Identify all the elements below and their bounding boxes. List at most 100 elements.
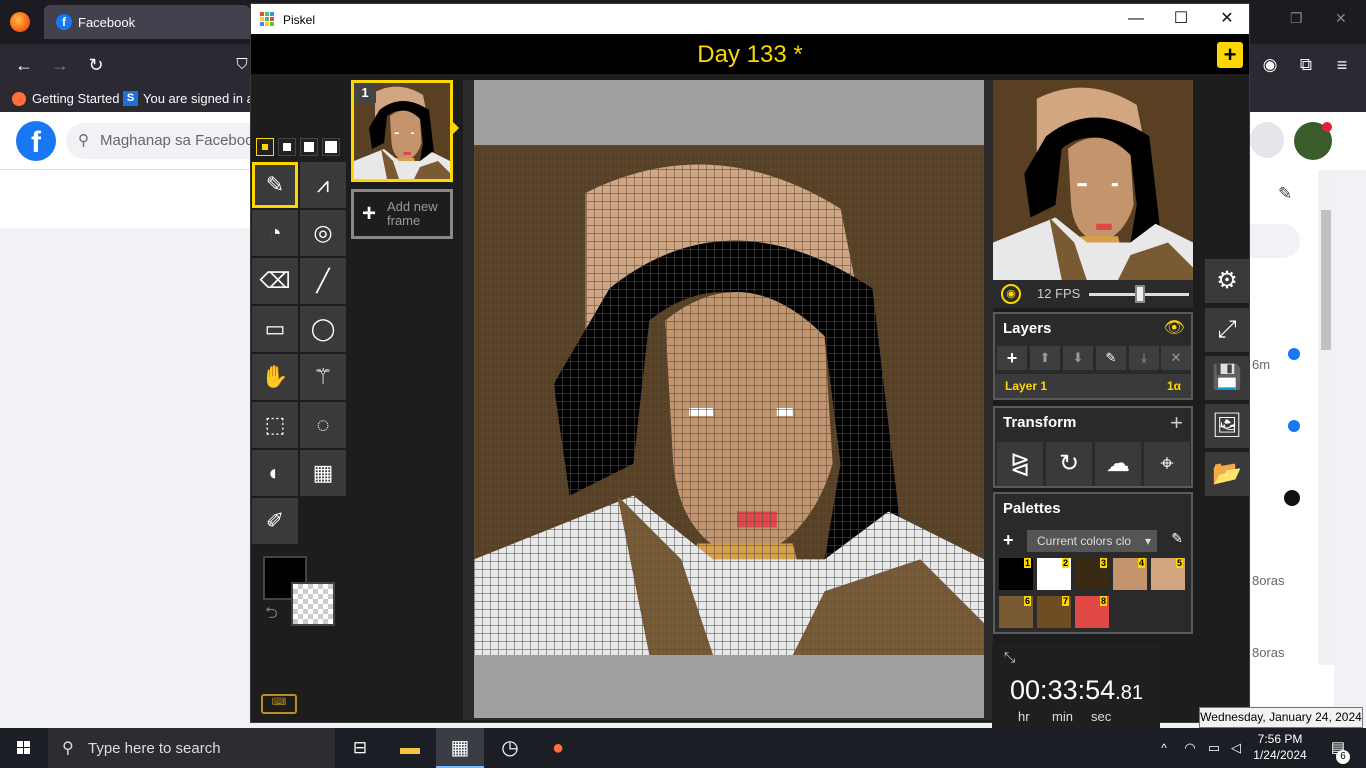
magic-wand-icon[interactable]: ⚚: [300, 354, 346, 400]
onion-skin-icon[interactable]: ◉: [1001, 284, 1021, 304]
browser-close-icon[interactable]: ✕: [1335, 10, 1347, 27]
export-image-icon[interactable]: 🖼: [1205, 404, 1249, 448]
piskel-taskbar-icon[interactable]: ▦: [436, 728, 484, 768]
add-layer-icon[interactable]: +: [997, 346, 1027, 370]
expand-transform-icon[interactable]: +: [1170, 410, 1183, 436]
color-picker-icon[interactable]: ✐: [252, 498, 298, 544]
document-title[interactable]: Day 133 *: [251, 41, 1249, 69]
pen-size-1[interactable]: [256, 138, 274, 156]
palette-swatch-2[interactable]: 2: [1037, 558, 1071, 590]
task-view-icon[interactable]: ⊟: [336, 728, 384, 768]
eraser-icon[interactable]: ⌫: [252, 258, 298, 304]
delete-layer-icon[interactable]: ✕: [1161, 346, 1191, 370]
secondary-color-swatch[interactable]: [291, 582, 335, 626]
pen-size-4[interactable]: [322, 138, 340, 156]
firefox-taskbar-icon[interactable]: ●: [534, 728, 582, 768]
close-button[interactable]: ✕: [1204, 4, 1250, 34]
pixel-art-canvas[interactable]: [474, 145, 984, 655]
pen-tool-icon[interactable]: ✎: [252, 162, 298, 208]
notifications-bell-icon[interactable]: [1250, 122, 1284, 158]
forward-icon[interactable]: →: [48, 53, 72, 77]
facebook-search-input[interactable]: ⚲ Maghanap sa Facebook: [66, 123, 266, 159]
taskbar-search-input[interactable]: ⚲ Type here to search: [48, 728, 335, 768]
browser-restore-icon[interactable]: ❐: [1290, 10, 1303, 27]
new-piskel-button[interactable]: +: [1217, 42, 1243, 68]
browser-tab-facebook[interactable]: f Facebook: [44, 5, 250, 39]
volume-icon[interactable]: ◁: [1224, 728, 1248, 768]
lasso-select-icon[interactable]: ◌: [300, 402, 346, 448]
frame-thumbnail-1[interactable]: 1: [351, 80, 453, 182]
reload-icon[interactable]: ↻: [84, 53, 108, 77]
save-icon[interactable]: 💾: [1205, 356, 1249, 400]
fps-slider-handle[interactable]: [1135, 285, 1145, 303]
scrollbar-thumb[interactable]: [1321, 210, 1331, 350]
palette-swatch-4[interactable]: 4: [1113, 558, 1147, 590]
swatch-number: 5: [1175, 558, 1183, 568]
palettes-title: Palettes: [1003, 500, 1061, 517]
toggle-layer-preview-eye-icon[interactable]: 👁: [1163, 318, 1185, 338]
swatch-number: 3: [1099, 558, 1107, 568]
compose-icon[interactable]: ✎: [1278, 184, 1292, 204]
rectangle-select-icon[interactable]: ⬚: [252, 402, 298, 448]
window-titlebar[interactable]: Piskel — ☐ ✕: [251, 4, 1249, 34]
file-explorer-icon[interactable]: ▬: [386, 728, 434, 768]
layer-item[interactable]: Layer 1 1α: [995, 374, 1191, 398]
battery-icon[interactable]: ▭: [1202, 728, 1226, 768]
layers-title: Layers: [1003, 320, 1052, 337]
hamburger-menu-icon[interactable]: ≡: [1330, 53, 1354, 77]
palette-swatch-5[interactable]: 5: [1151, 558, 1185, 590]
palette-swatch-6[interactable]: 6: [999, 596, 1033, 628]
layer-opacity[interactable]: 1α: [1167, 379, 1181, 393]
add-new-frame-button[interactable]: + Add new frame: [351, 189, 453, 239]
show-hidden-icons-chevron-icon[interactable]: ^: [1152, 728, 1176, 768]
pen-size-2[interactable]: [278, 138, 296, 156]
facebook-logo-icon[interactable]: f: [16, 121, 56, 161]
move-hand-icon[interactable]: ✋: [252, 354, 298, 400]
move-layer-up-icon[interactable]: ⬆: [1030, 346, 1060, 370]
lighten-darken-icon[interactable]: ◐: [252, 450, 298, 496]
account-icon[interactable]: ◉: [1258, 53, 1282, 77]
clone-sheep-icon[interactable]: ☁: [1095, 442, 1141, 486]
bookmark-getting-started[interactable]: Getting Started: [32, 91, 119, 106]
contacts-search[interactable]: [1250, 224, 1300, 258]
palette-select[interactable]: Current colors clo ▾: [1027, 530, 1157, 552]
wifi-icon[interactable]: ◠: [1178, 728, 1202, 768]
palette-swatch-1[interactable]: 1: [999, 558, 1033, 590]
dithering-icon[interactable]: ▦: [300, 450, 346, 496]
firefox-bookmark-icon: [12, 92, 26, 106]
bookmark-signed-in[interactable]: You are signed in as: [143, 91, 260, 106]
palette-swatch-8[interactable]: 8: [1075, 596, 1109, 628]
flip-icon[interactable]: ⧎: [997, 442, 1043, 486]
merge-layer-icon[interactable]: ⤓: [1129, 346, 1159, 370]
resize-icon[interactable]: ⤢: [1205, 308, 1249, 352]
rectangle-icon[interactable]: ▭: [252, 306, 298, 352]
edit-palette-icon[interactable]: ✎: [1171, 530, 1183, 547]
vertical-mirror-pen-icon[interactable]: ⩘: [300, 162, 346, 208]
expand-icon[interactable]: ⤡: [1004, 649, 1015, 666]
circle-icon[interactable]: ◯: [300, 306, 346, 352]
move-layer-down-icon[interactable]: ⬇: [1063, 346, 1093, 370]
palette-swatch-7[interactable]: 7: [1037, 596, 1071, 628]
keyboard-shortcuts-icon[interactable]: ⌨: [261, 694, 297, 714]
firefox-menu-icon[interactable]: [10, 12, 30, 32]
maximize-button[interactable]: ☐: [1158, 4, 1204, 34]
rotate-icon[interactable]: ↻: [1046, 442, 1092, 486]
back-icon[interactable]: ←: [12, 53, 36, 77]
pen-size-3[interactable]: [300, 138, 318, 156]
swap-colors-icon[interactable]: ⮌: [265, 602, 278, 629]
clock-app-icon[interactable]: ◷: [486, 728, 534, 768]
taskbar-clock[interactable]: 7:56 PM 1/24/2024: [1248, 731, 1312, 763]
stroke-icon[interactable]: ╱: [300, 258, 346, 304]
start-windows-icon[interactable]: [0, 728, 48, 768]
open-folder-icon[interactable]: 📂: [1205, 452, 1249, 496]
minimize-button[interactable]: —: [1113, 4, 1159, 34]
paint-bucket-icon[interactable]: ◔: [252, 210, 298, 256]
settings-gear-icon[interactable]: ⚙: [1205, 259, 1249, 303]
align-center-icon[interactable]: ⌖: [1144, 442, 1190, 486]
edit-layer-icon[interactable]: ✎: [1096, 346, 1126, 370]
palette-swatch-3[interactable]: 3: [1075, 558, 1109, 590]
extensions-icon[interactable]: ⧉: [1294, 53, 1318, 77]
paint-same-pixels-icon[interactable]: ◎: [300, 210, 346, 256]
add-palette-icon[interactable]: +: [1003, 530, 1014, 551]
facebook-scrollbar[interactable]: [1318, 170, 1334, 665]
